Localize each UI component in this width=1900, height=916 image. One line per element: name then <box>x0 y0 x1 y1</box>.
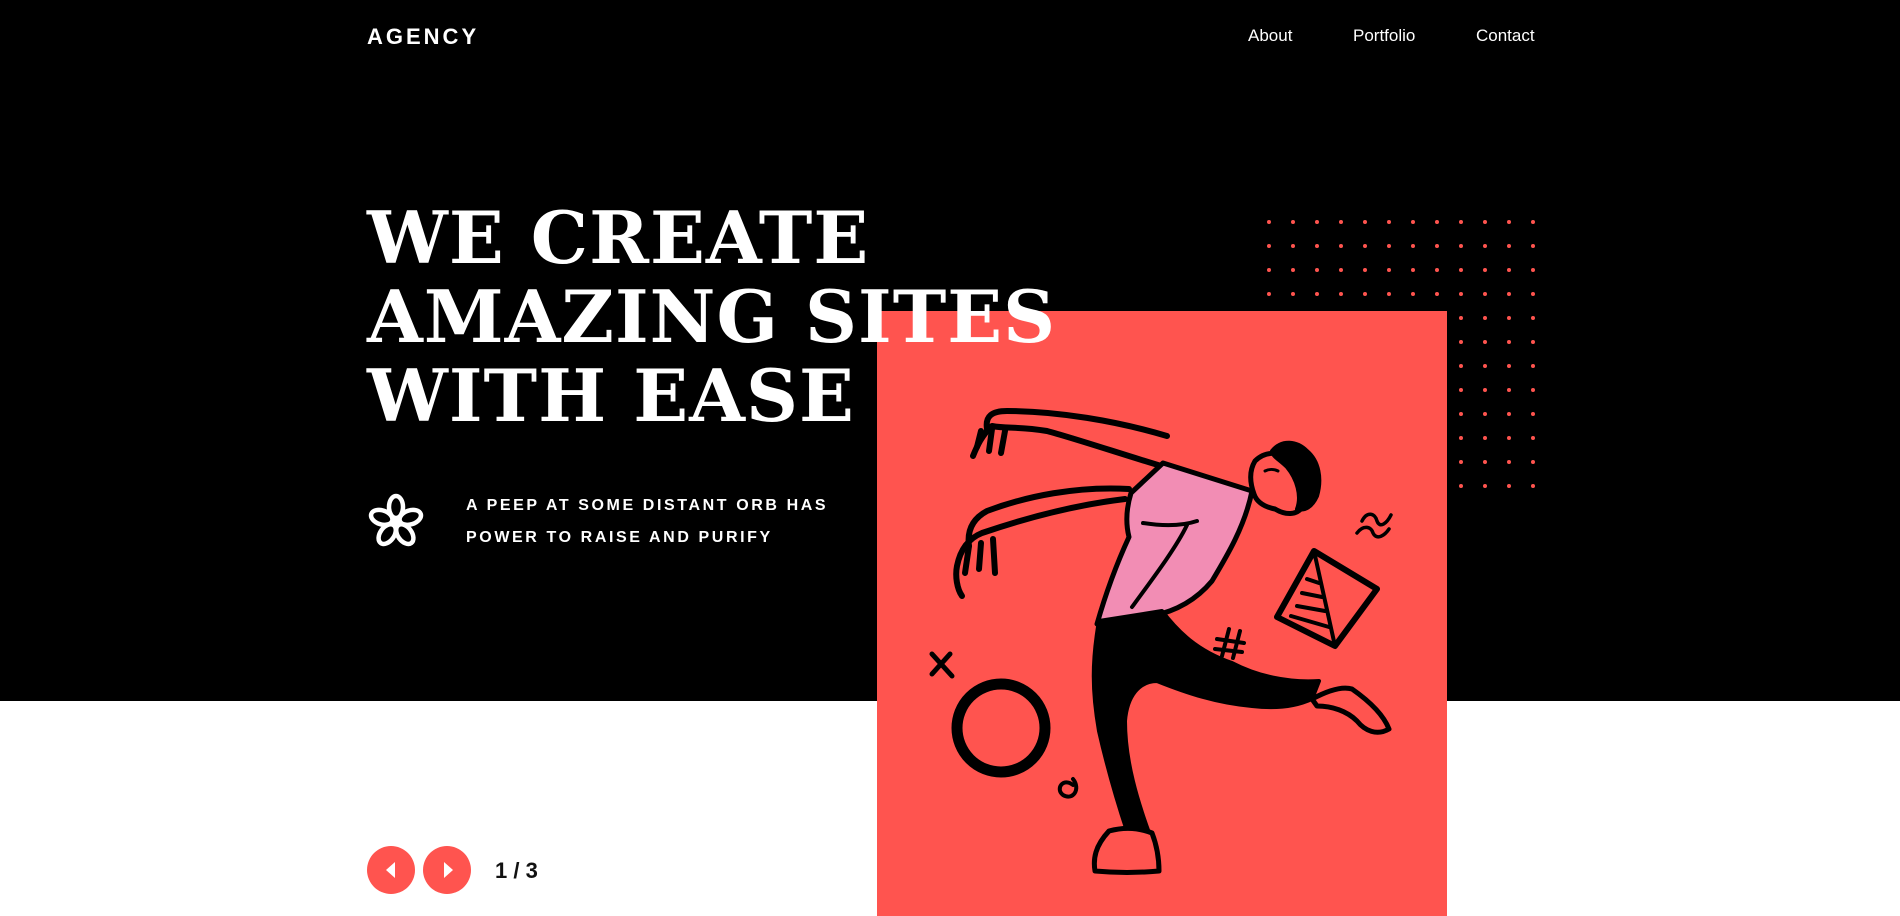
logo[interactable]: AGENCY <box>367 24 479 50</box>
hero-tagline: A PEEP AT SOME DISTANT ORB HAS POWER TO … <box>466 490 828 554</box>
nav-link-contact[interactable]: Contact <box>1476 26 1535 46</box>
slide-counter: 1 / 3 <box>495 858 538 883</box>
next-slide-button[interactable] <box>423 846 471 894</box>
hero-headline: WE CREATE AMAZING SITES WITH EASE <box>367 198 1056 435</box>
headline-line-2: AMAZING SITES <box>367 274 1057 359</box>
arrow-right-icon <box>444 862 453 878</box>
tagline-line-1: A PEEP AT SOME DISTANT ORB HAS <box>466 497 829 514</box>
main-nav: About Portfolio Contact <box>1200 26 1537 48</box>
nav-link-about[interactable]: About <box>1248 26 1292 46</box>
previous-slide-button[interactable] <box>367 846 415 894</box>
headline-line-3: WITH EASE <box>367 353 855 438</box>
flower-icon <box>368 493 424 547</box>
nav-link-portfolio[interactable]: Portfolio <box>1353 26 1415 46</box>
tagline-line-2: POWER TO RAISE AND PURIFY <box>466 529 773 546</box>
headline-line-1: WE CREATE <box>367 195 870 280</box>
arrow-left-icon <box>386 862 395 878</box>
